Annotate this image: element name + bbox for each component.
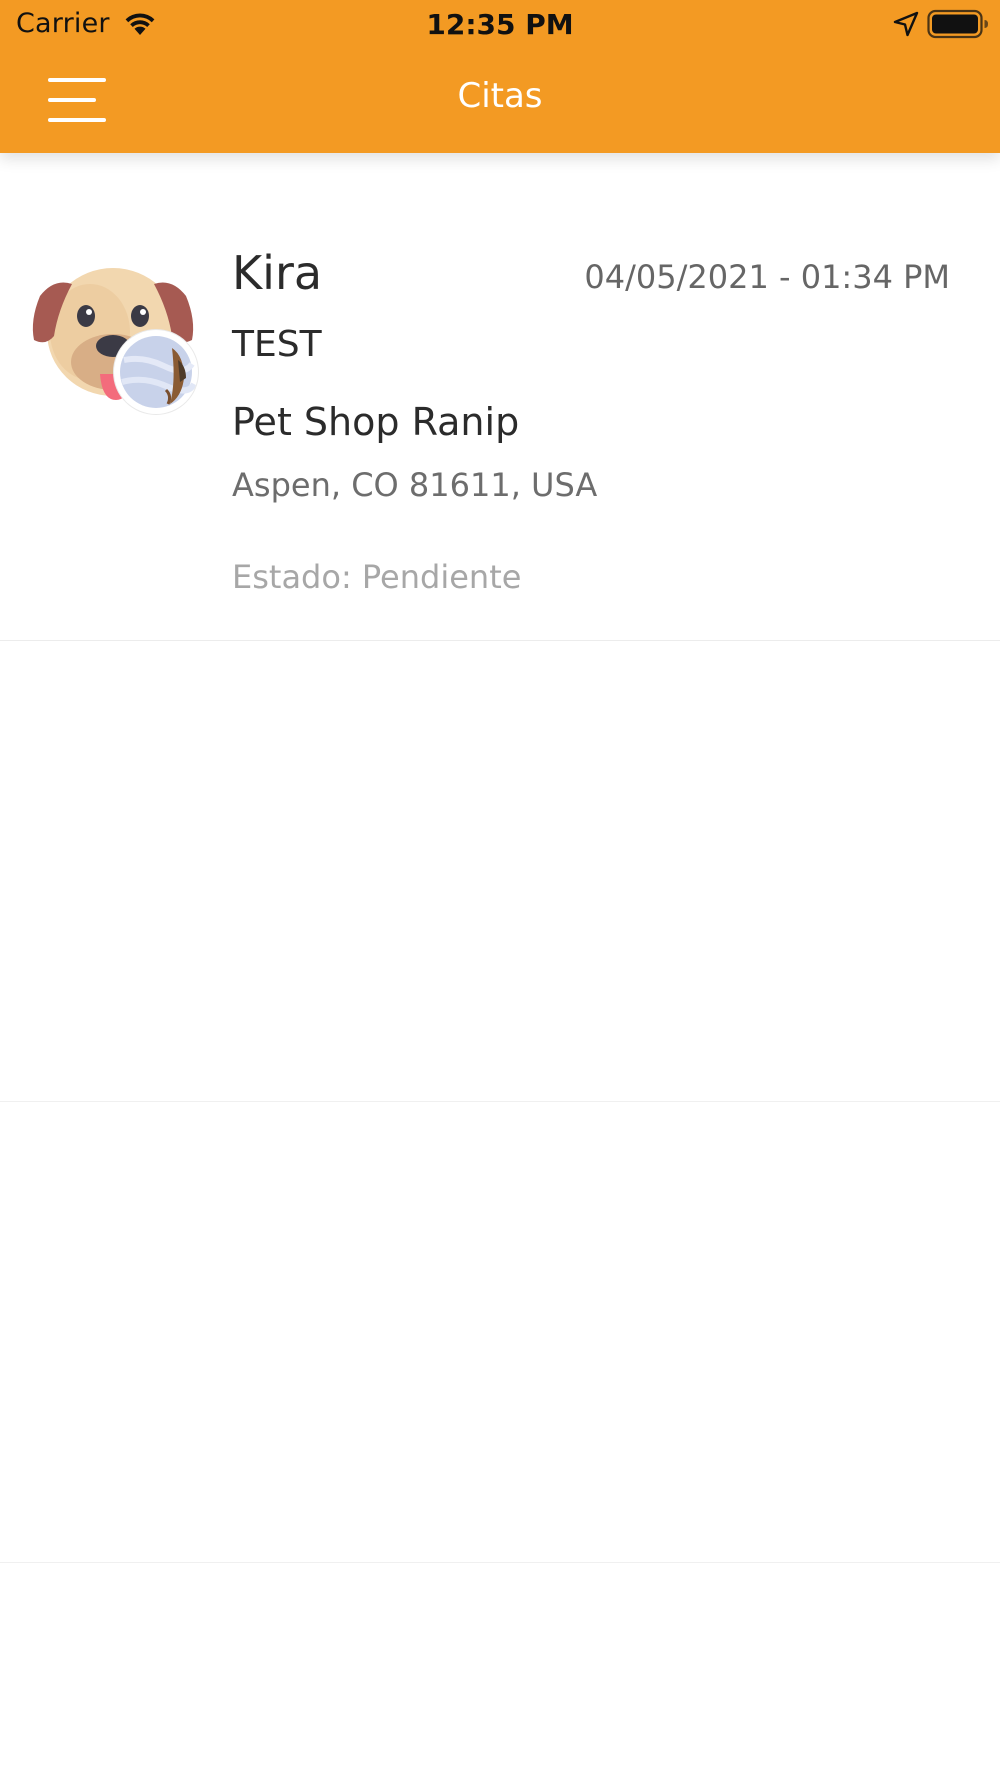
shop-photo-image	[120, 336, 197, 408]
app-header: Carrier 12:35 PM Citas	[0, 0, 1000, 153]
appointment-status: Estado: Pendiente	[232, 558, 522, 596]
empty-list-row	[0, 641, 1000, 1102]
location-arrow-icon	[893, 11, 919, 37]
shop-address: Aspen, CO 81611, USA	[232, 466, 598, 504]
appointment-list-item[interactable]: Kira 04/05/2021 - 01:34 PM TEST Pet Shop…	[0, 170, 1000, 641]
shop-name: Pet Shop Ranip	[232, 400, 520, 444]
status-time: 12:35 PM	[426, 8, 574, 41]
shop-photo	[114, 330, 198, 414]
battery-icon	[927, 9, 988, 39]
pet-name: Kira	[232, 246, 323, 300]
empty-list-row	[0, 1102, 1000, 1563]
appointment-note: TEST	[232, 324, 322, 365]
appointment-datetime: 04/05/2021 - 01:34 PM	[584, 258, 950, 296]
page-title: Citas	[457, 76, 543, 116]
